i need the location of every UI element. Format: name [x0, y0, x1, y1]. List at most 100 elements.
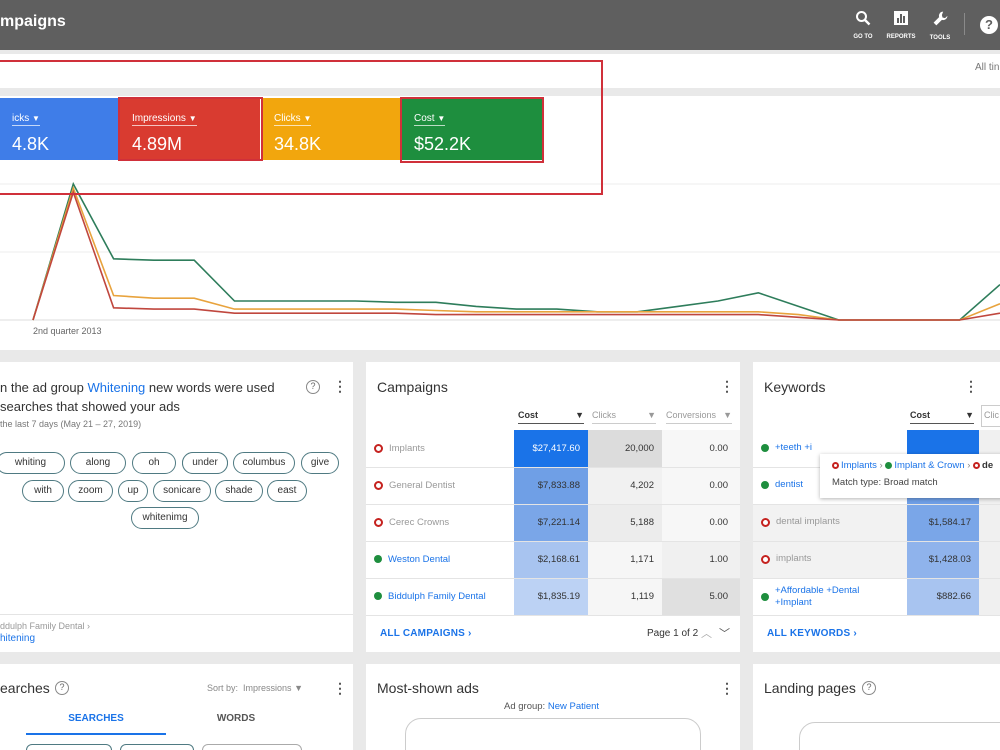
card-title: Most-shown ads: [377, 680, 479, 696]
campaign-name-cell[interactable]: Biddulph Family Dental: [366, 578, 514, 616]
clicks-cell: [979, 541, 1000, 579]
campaign-name-cell[interactable]: Weston Dental: [366, 541, 514, 579]
keyword-text[interactable]: +teeth +i: [775, 442, 812, 454]
keyword-text[interactable]: +Affordable +Dental +Implant: [775, 585, 895, 609]
column-header-clicks[interactable]: Clicks ▼: [592, 410, 656, 424]
keyword-text[interactable]: dentist: [775, 479, 803, 491]
breadcrumb: ddulph Family Dental ›: [0, 621, 91, 631]
card-divider: [0, 614, 353, 615]
breadcrumb-link[interactable]: hitening: [0, 633, 35, 644]
campaigns-table: Implants $27,417.60 20,000 0.00 General Dent…: [366, 430, 740, 616]
keyword-text[interactable]: implants: [776, 553, 811, 565]
tools-button[interactable]: TOOLS: [922, 10, 958, 41]
word-pill[interactable]: whitenimg: [131, 507, 199, 529]
reports-label: REPORTS: [886, 34, 916, 40]
word-pill[interactable]: along: [70, 452, 126, 474]
word-pill[interactable]: give: [301, 452, 339, 474]
card-title: Landing pages: [764, 680, 856, 696]
campaign-name[interactable]: Weston Dental: [388, 554, 450, 565]
column-header-cost[interactable]: Cost ▼: [910, 410, 974, 424]
campaign-name-cell[interactable]: Implants: [366, 430, 514, 468]
word-pill[interactable]: shade: [215, 480, 263, 502]
keyword-cell[interactable]: implants: [753, 541, 907, 579]
cost-cell: $2,168.61: [514, 541, 588, 579]
ad-preview[interactable]: [405, 718, 701, 750]
chevron-right-icon: ›: [468, 628, 472, 639]
campaign-name[interactable]: Cerec Crowns: [389, 517, 449, 528]
x-tick-label: 2nd quarter 2013: [33, 326, 102, 336]
reports-button[interactable]: REPORTS: [883, 10, 919, 40]
tab-searches[interactable]: SEARCHES: [26, 713, 166, 735]
date-range-label[interactable]: All tin: [975, 62, 999, 73]
campaign-name-cell[interactable]: Cerec Crowns: [366, 504, 514, 542]
word-pill[interactable]: whiting: [0, 452, 65, 474]
tab-words[interactable]: WORDS: [166, 713, 306, 724]
status-enabled-icon: [761, 592, 769, 601]
sort-control[interactable]: Sort by: Impressions ▼: [207, 683, 303, 693]
conversions-cell: 1.00: [662, 541, 740, 579]
conversions-cell: 0.00: [662, 430, 740, 468]
table-row[interactable]: Cerec Crowns $7,221.14 5,188 0.00: [366, 504, 740, 542]
word-pill[interactable]: columbus: [233, 452, 295, 474]
keyword-cell[interactable]: dental implants: [753, 504, 907, 542]
keyword-cell[interactable]: +Affordable +Dental +Implant: [753, 578, 907, 616]
conversions-cell: 0.00: [662, 467, 740, 505]
more-options-icon[interactable]: ⋮: [333, 680, 347, 697]
goto-button[interactable]: GO TO: [845, 10, 881, 40]
word-pill[interactable]: oh: [132, 452, 176, 474]
new-words-heading: n the ad group Whitening new words were …: [0, 380, 275, 414]
landing-page-preview[interactable]: [799, 722, 1000, 750]
campaign-name[interactable]: General Dentist: [389, 480, 455, 491]
status-enabled-icon: [374, 592, 382, 601]
help-icon[interactable]: ?: [55, 681, 69, 695]
search-pill[interactable]: [26, 744, 112, 750]
campaign-name[interactable]: Implants: [389, 443, 425, 454]
column-header-conversions[interactable]: Conversions ▼: [666, 410, 732, 424]
campaign-name[interactable]: Biddulph Family Dental: [388, 591, 486, 602]
campaign-name-cell[interactable]: General Dentist: [366, 467, 514, 505]
chevron-up-icon[interactable]: ︿: [701, 625, 712, 641]
more-options-icon[interactable]: ⋮: [720, 680, 734, 697]
column-header-cost[interactable]: Cost ▼: [518, 410, 584, 424]
more-options-icon[interactable]: ⋮: [964, 378, 978, 395]
column-header-clicks[interactable]: Clic: [981, 405, 1000, 427]
conversions-cell: 0.00: [662, 504, 740, 542]
table-row[interactable]: dental implants $1,584.17: [753, 504, 1000, 542]
more-options-icon[interactable]: ⋮: [720, 378, 734, 395]
search-pill[interactable]: [202, 744, 302, 750]
chevron-down-icon[interactable]: ﹀: [719, 625, 730, 641]
all-keywords-link[interactable]: ALL KEYWORDS ›: [767, 628, 857, 639]
more-options-icon[interactable]: ⋮: [333, 378, 347, 395]
ad-group-link[interactable]: New Patient: [548, 701, 599, 712]
pagination-text: Page 1 of 2: [647, 628, 699, 639]
table-row[interactable]: Implants $27,417.60 20,000 0.00: [366, 430, 740, 468]
word-pill[interactable]: up: [118, 480, 148, 502]
top-bar: mpaigns GO TO REPORTS TOOLS ?: [0, 0, 1000, 50]
word-pill[interactable]: with: [22, 480, 64, 502]
most-shown-ads-card: Most-shown ads ⋮ Ad group: New Patient: [366, 664, 740, 750]
card-title: Campaigns: [377, 379, 448, 395]
table-row[interactable]: +Affordable +Dental +Implant $882.66: [753, 578, 1000, 616]
annotation-box-cost: [400, 97, 544, 163]
clicks-cell: 1,171: [588, 541, 662, 579]
divider: [964, 13, 965, 35]
help-icon[interactable]: ?: [980, 16, 998, 34]
search-pill[interactable]: [120, 744, 194, 750]
tools-label: TOOLS: [929, 35, 951, 41]
word-pill[interactable]: under: [182, 452, 228, 474]
help-icon[interactable]: ?: [306, 380, 320, 394]
all-campaigns-link[interactable]: ALL CAMPAIGNS ›: [380, 628, 472, 639]
word-pill[interactable]: east: [267, 480, 307, 502]
table-row[interactable]: implants $1,428.03: [753, 541, 1000, 579]
word-pill[interactable]: zoom: [68, 480, 113, 502]
landing-pages-card: Landing pages ?: [753, 664, 1000, 750]
ad-group-link[interactable]: Whitening: [87, 380, 145, 395]
annotation-box-impressions: [118, 97, 263, 161]
help-icon[interactable]: ?: [862, 681, 876, 695]
series-line-2: [32, 189, 1000, 321]
word-pill[interactable]: sonicare: [153, 480, 211, 502]
keyword-text[interactable]: dental implants: [776, 516, 840, 528]
table-row[interactable]: Weston Dental $2,168.61 1,171 1.00: [366, 541, 740, 579]
table-row[interactable]: General Dentist $7,833.88 4,202 0.00: [366, 467, 740, 505]
table-row[interactable]: Biddulph Family Dental $1,835.19 1,119 5.00: [366, 578, 740, 616]
